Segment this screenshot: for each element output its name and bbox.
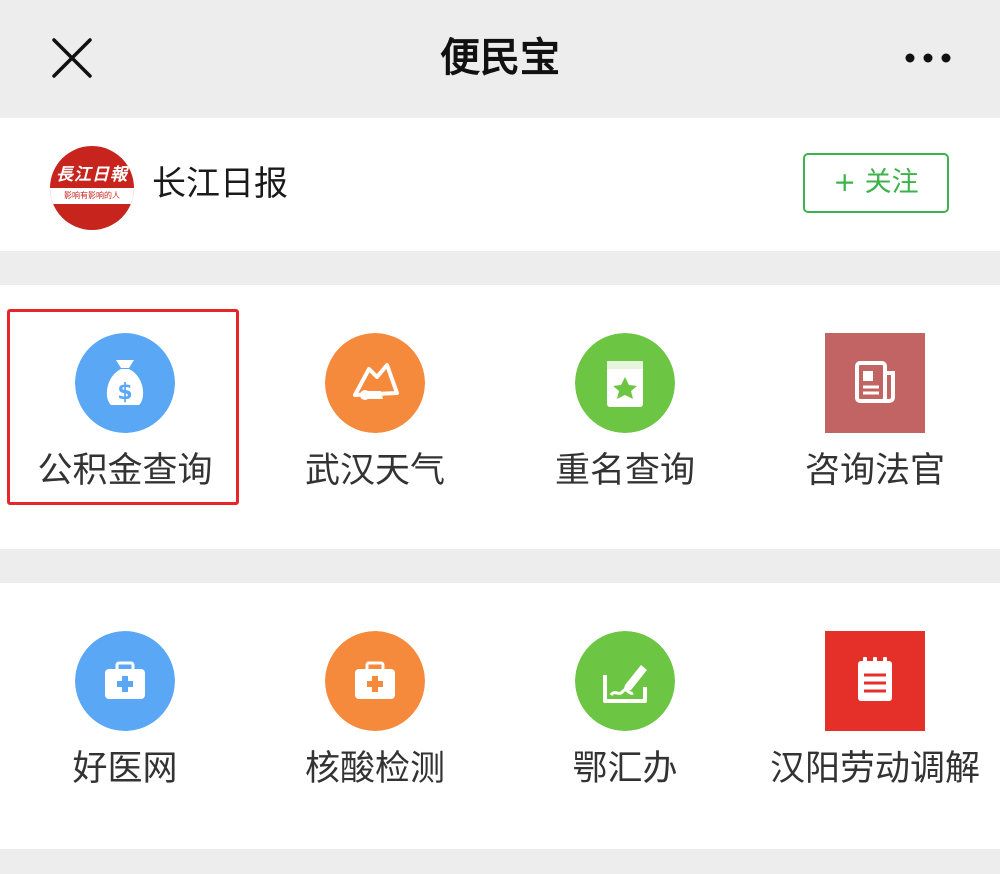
newspaper-icon [825, 333, 925, 433]
medical-kit-icon [75, 631, 175, 731]
top-nav-bar: 便民宝 [0, 0, 1000, 118]
publisher-logo-text: 長江日報 [56, 165, 128, 185]
service-tile-ehuiban[interactable]: 鄂汇办 [500, 583, 750, 789]
sign-pen-icon [575, 631, 675, 731]
weather-icon [325, 333, 425, 433]
medical-kit-icon [325, 631, 425, 731]
service-tile-housing-fund[interactable]: $ 公积金查询 [0, 285, 250, 491]
publisher-row: 長江日報 影响有影响的人 长江日报 + 关注 [0, 118, 1000, 251]
service-label: 核酸检测 [304, 749, 445, 789]
page: 便民宝 長江日報 影响有影响的人 长江日报 + 关注 $ 公积金查询 武汉天气 … [0, 0, 1000, 874]
service-label: 好医网 [72, 749, 178, 789]
more-dots-icon[interactable] [898, 40, 958, 76]
page-title: 便民宝 [440, 35, 560, 81]
svg-text:$: $ [117, 380, 132, 405]
service-label: 鄂汇办 [572, 749, 678, 789]
money-bag-icon: $ [75, 333, 175, 433]
star-card-icon [575, 333, 675, 433]
service-tile-hanyang-labor[interactable]: 汉阳劳动调解 [750, 583, 1000, 789]
services-grid-row-2: 好医网 核酸检测 鄂汇办 汉阳劳动调解 [0, 583, 1000, 849]
service-label: 咨询法官 [804, 451, 945, 491]
publisher-logo-subtext: 影响有影响的人 [64, 191, 120, 200]
service-tile-consult-judge[interactable]: 咨询法官 [750, 285, 1000, 491]
service-tile-good-doctor[interactable]: 好医网 [0, 583, 250, 789]
service-label: 武汉天气 [304, 451, 445, 491]
follow-button[interactable]: + 关注 [803, 153, 949, 213]
service-label: 汉阳劳动调解 [769, 749, 980, 789]
bottom-gap [0, 849, 1000, 874]
service-tile-wuhan-weather[interactable]: 武汉天气 [250, 285, 500, 491]
service-label: 重名查询 [554, 451, 695, 491]
services-grid-row-1: $ 公积金查询 武汉天气 重名查询 咨询法官 [0, 285, 1000, 549]
notepad-icon [825, 631, 925, 731]
service-tile-nucleic-test[interactable]: 核酸检测 [250, 583, 500, 789]
service-label: 公积金查询 [37, 451, 213, 491]
service-tile-duplicate-name[interactable]: 重名查询 [500, 285, 750, 491]
publisher-name[interactable]: 长江日报 [152, 160, 288, 208]
publisher-logo[interactable]: 長江日報 影响有影响的人 [50, 146, 134, 230]
